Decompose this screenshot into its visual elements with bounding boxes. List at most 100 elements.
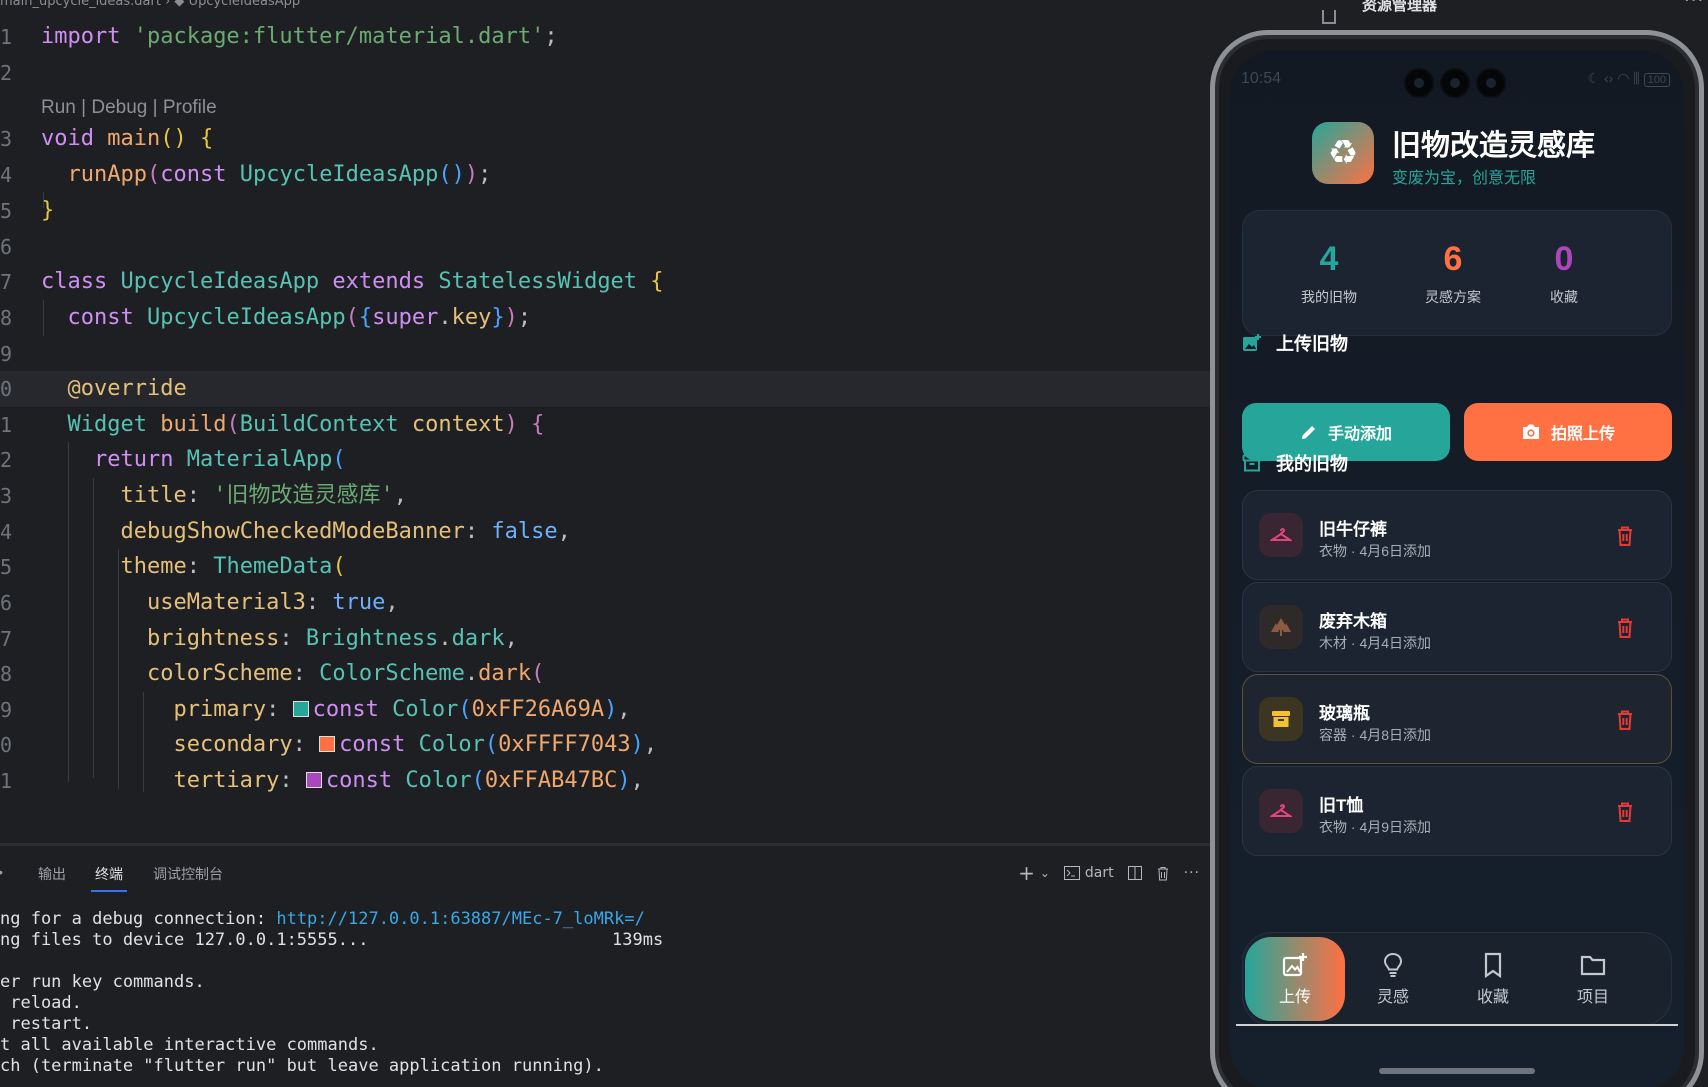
delete-icon[interactable] bbox=[1615, 801, 1635, 823]
code-editor[interactable]: 1 import 'package:flutter/material.dart';… bbox=[0, 0, 1210, 845]
code-line[interactable]: 4 debugShowCheckedModeBanner: false, bbox=[0, 514, 1210, 550]
list-item[interactable]: 玻璃瓶 容器 · 4月8日添加 bbox=[1242, 674, 1672, 764]
code-line[interactable]: 8 colorScheme: ColorScheme.dark( bbox=[0, 656, 1210, 692]
stat-favorites[interactable]: 0 收藏 bbox=[1504, 239, 1624, 307]
line-number[interactable]: 6 bbox=[0, 585, 20, 621]
home-indicator[interactable] bbox=[1379, 1068, 1535, 1074]
line-number[interactable]: 3 bbox=[0, 478, 20, 514]
code-line[interactable]: 7 brightness: Brightness.dark, bbox=[0, 621, 1210, 657]
camera-icon bbox=[1442, 70, 1468, 96]
color-swatch[interactable] bbox=[305, 772, 322, 788]
code-text: theme: ThemeData( bbox=[120, 554, 346, 579]
nav-item-favorites[interactable]: 收藏 bbox=[1443, 937, 1543, 1021]
delete-icon[interactable] bbox=[1615, 525, 1635, 547]
page-title: 旧物改造灵感库 bbox=[1392, 130, 1596, 162]
list-item[interactable]: 旧牛仔裤 衣物 · 4月6日添加 bbox=[1242, 490, 1672, 580]
trash-icon[interactable] bbox=[1156, 866, 1170, 881]
line-number[interactable]: 8 bbox=[0, 300, 20, 336]
hanger-icon bbox=[1259, 513, 1303, 557]
terminal-shell-selector[interactable]: dart bbox=[1063, 865, 1114, 881]
code-line[interactable]: 9 primary: const Color(0xFF26A69A), bbox=[0, 692, 1210, 728]
code-line[interactable]: 5} bbox=[0, 193, 1210, 229]
section-title: 我的旧物 bbox=[1276, 454, 1348, 474]
code-text: title: '旧物改造灵感库', bbox=[120, 483, 407, 508]
code-text: runApp(const UpcycleIdeasApp()); bbox=[67, 162, 492, 187]
code-text: import 'package:flutter/material.dart'; bbox=[41, 24, 558, 49]
item-meta: 衣物 · 4月9日添加 bbox=[1319, 819, 1432, 835]
code-line[interactable]: 0 secondary: const Color(0xFFFF7043), bbox=[0, 727, 1210, 763]
bottom-navigation: 上传 灵感 收藏 项目 bbox=[1242, 932, 1672, 1026]
code-line[interactable]: 8 const UpcycleIdeasApp({super.key}); bbox=[0, 300, 1210, 336]
delete-icon[interactable] bbox=[1615, 617, 1635, 639]
indent-guide bbox=[118, 549, 119, 789]
code-line[interactable]: 0 @override bbox=[0, 371, 1210, 407]
line-number[interactable]: 1 bbox=[0, 19, 20, 55]
nav-item-upload[interactable]: 上传 bbox=[1245, 937, 1345, 1021]
tab-terminal[interactable]: 终端 bbox=[91, 864, 127, 892]
codelens-run-debug-profile[interactable]: Run | Debug | Profile bbox=[41, 97, 217, 119]
code-line[interactable]: 1 import 'package:flutter/material.dart'; bbox=[0, 19, 1210, 55]
terminal-output[interactable]: ng for a debug connection: http://127.0.… bbox=[0, 908, 664, 1076]
photo-upload-button[interactable]: 拍照上传 bbox=[1464, 403, 1672, 461]
code-line[interactable]: 4 runApp(const UpcycleIdeasApp()); bbox=[0, 157, 1210, 193]
line-number[interactable]: 0 bbox=[0, 371, 20, 407]
line-number[interactable]: 4 bbox=[0, 157, 20, 193]
split-terminal-icon[interactable] bbox=[1127, 866, 1142, 880]
code-line[interactable]: 5 theme: ThemeData( bbox=[0, 549, 1210, 585]
line-number[interactable]: 0 bbox=[0, 727, 20, 763]
color-swatch[interactable] bbox=[292, 701, 309, 717]
camera-icon bbox=[1478, 70, 1504, 96]
line-number[interactable]: 2 bbox=[0, 442, 20, 478]
tab-debug-console[interactable]: 调试控制台 bbox=[153, 864, 223, 884]
code-line[interactable]: 6 bbox=[0, 229, 1210, 265]
line-number[interactable]: 6 bbox=[0, 229, 20, 265]
tab-ports-icon[interactable]: • bbox=[0, 864, 3, 880]
line-number[interactable]: 9 bbox=[0, 692, 20, 728]
code-text: Widget build(BuildContext context) { bbox=[67, 412, 545, 437]
line-number[interactable]: 5 bbox=[0, 193, 20, 229]
add-photo-icon bbox=[1245, 947, 1345, 983]
code-line[interactable]: 9 bbox=[0, 336, 1210, 372]
stat-ideas[interactable]: 6 灵感方案 bbox=[1393, 239, 1513, 307]
debug-url-link[interactable]: http://127.0.0.1:63887/MEc-7_loMRk=/ bbox=[276, 909, 644, 929]
breadcrumb[interactable]: main_upcycle_ideas.dart › ◆ UpcycleIdeas… bbox=[0, 0, 300, 9]
line-number[interactable]: 5 bbox=[0, 549, 20, 585]
code-line[interactable]: 3 void main() { bbox=[0, 121, 1210, 157]
line-number[interactable]: 3 bbox=[0, 121, 20, 157]
code-line[interactable]: 3 title: '旧物改造灵感库', bbox=[0, 478, 1210, 514]
stat-my-items[interactable]: 4 我的旧物 bbox=[1269, 239, 1389, 307]
line-number[interactable]: 7 bbox=[0, 621, 20, 657]
code-line[interactable]: 1 Widget build(BuildContext context) { bbox=[0, 407, 1210, 443]
code-line[interactable]: 2 return MaterialApp( bbox=[0, 442, 1210, 478]
stat-label: 我的旧物 bbox=[1301, 290, 1357, 306]
line-number[interactable]: 2 bbox=[0, 55, 20, 91]
code-line[interactable]: 6 useMaterial3: true, bbox=[0, 585, 1210, 621]
code-line[interactable]: 1 tertiary: const Color(0xFFAB47BC), bbox=[0, 763, 1210, 799]
archive-icon bbox=[1259, 697, 1303, 741]
nav-item-projects[interactable]: 项目 bbox=[1543, 937, 1643, 1021]
nav-item-ideas[interactable]: 灵感 bbox=[1343, 937, 1443, 1021]
code-line[interactable]: 7 class UpcycleIdeasApp extends Stateless… bbox=[0, 264, 1210, 300]
terminal-line: ng files to device 127.0.0.1:5555... 139m… bbox=[0, 930, 664, 950]
new-terminal-button[interactable]: + ⌄ bbox=[1018, 861, 1050, 885]
tab-output[interactable]: 输出 bbox=[38, 864, 66, 884]
line-number[interactable]: 7 bbox=[0, 264, 20, 300]
list-item[interactable]: 旧T恤 衣物 · 4月9日添加 bbox=[1242, 766, 1672, 856]
delete-icon[interactable] bbox=[1615, 709, 1635, 731]
line-number[interactable]: 9 bbox=[0, 336, 20, 372]
line-number[interactable]: 4 bbox=[0, 514, 20, 550]
line-number[interactable]: 8 bbox=[0, 656, 20, 692]
item-meta: 容器 · 4月8日添加 bbox=[1319, 727, 1432, 743]
lightbulb-icon bbox=[1343, 947, 1443, 983]
more-icon[interactable]: ··· bbox=[1684, 0, 1704, 11]
item-meta: 衣物 · 4月6日添加 bbox=[1319, 543, 1432, 559]
line-number[interactable]: 1 bbox=[0, 407, 20, 443]
list-item[interactable]: 废弃木箱 木材 · 4月4日添加 bbox=[1242, 582, 1672, 672]
code-text: secondary: const Color(0xFFFF7043), bbox=[173, 732, 658, 757]
color-swatch[interactable] bbox=[319, 736, 336, 752]
code-line[interactable]: 2 bbox=[0, 55, 1210, 91]
explorer-icon[interactable] bbox=[1322, 10, 1336, 24]
terminal-line: ng for a debug connection: http://127.0.… bbox=[0, 909, 645, 929]
more-actions-icon[interactable]: ··· bbox=[1184, 865, 1200, 881]
line-number[interactable]: 1 bbox=[0, 763, 20, 799]
